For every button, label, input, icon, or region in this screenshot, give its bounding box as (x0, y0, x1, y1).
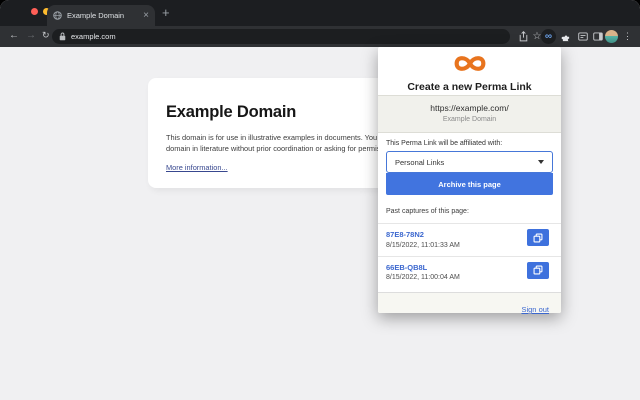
affiliation-select[interactable]: Personal Links (386, 151, 553, 173)
perma-extension-icon[interactable]: ∞ (541, 29, 556, 44)
capture-target-box: https://example.com/ Example Domain (378, 95, 561, 133)
chevron-down-icon (538, 160, 544, 164)
capture-copy-button[interactable] (527, 229, 549, 246)
affiliation-section: This Perma Link will be affiliated with:… (378, 133, 561, 195)
capture-copy-button[interactable] (527, 262, 549, 279)
sign-out-link[interactable]: Sign out (521, 305, 549, 314)
popup-title: Create a new Perma Link (378, 81, 561, 93)
perma-extension-popup: Create a new Perma Link https://example.… (378, 47, 561, 313)
address-bar-url: example.com (71, 32, 116, 41)
past-captures-label: Past captures of this page: (378, 195, 561, 223)
browser-tab[interactable]: Example Domain × (47, 5, 155, 26)
tab-strip: Example Domain × + (0, 0, 640, 26)
page-viewport: Example Domain This domain is for use in… (0, 47, 640, 400)
more-information-link[interactable]: More information... (166, 163, 228, 172)
popup-header: Create a new Perma Link (378, 47, 561, 95)
copy-icon (533, 233, 543, 243)
popup-footer: Sign out (378, 292, 561, 313)
forward-icon[interactable]: → (26, 30, 36, 41)
profile-avatar[interactable] (605, 30, 618, 43)
archive-page-button[interactable]: Archive this page (386, 173, 553, 195)
window-close-button[interactable] (31, 8, 38, 15)
affiliation-selected-value: Personal Links (395, 158, 444, 167)
side-panel-icon[interactable] (592, 29, 604, 44)
affiliation-label: This Perma Link will be affiliated with: (386, 140, 553, 147)
capture-target-title: Example Domain (378, 116, 561, 123)
menu-dots-icon[interactable]: ⋮ (623, 29, 632, 44)
back-icon[interactable]: ← (9, 30, 19, 41)
globe-favicon-icon (53, 11, 62, 20)
address-bar[interactable]: example.com (52, 29, 510, 44)
capture-row: 66EB-QB8L 8/15/2022, 11:00:04 AM (378, 256, 561, 289)
media-controls-icon[interactable] (577, 29, 589, 44)
lock-icon (59, 32, 66, 41)
extensions-puzzle-icon[interactable] (560, 29, 572, 44)
tab-close-icon[interactable]: × (143, 11, 149, 21)
browser-window: Example Domain × + ← → ↻ example.com ☆ ∞ (0, 0, 640, 400)
reload-icon[interactable]: ↻ (42, 30, 50, 41)
copy-icon (533, 265, 543, 275)
browser-toolbar: ← → ↻ example.com ☆ ∞ (0, 26, 640, 47)
capture-row: 87E8-78N2 8/15/2022, 11:01:33 AM (378, 223, 561, 256)
share-icon[interactable] (517, 29, 529, 44)
capture-target-url: https://example.com/ (378, 103, 561, 113)
perma-infinity-logo-icon (447, 51, 493, 76)
new-tab-button[interactable]: + (162, 6, 170, 19)
tab-title: Example Domain (67, 11, 143, 20)
